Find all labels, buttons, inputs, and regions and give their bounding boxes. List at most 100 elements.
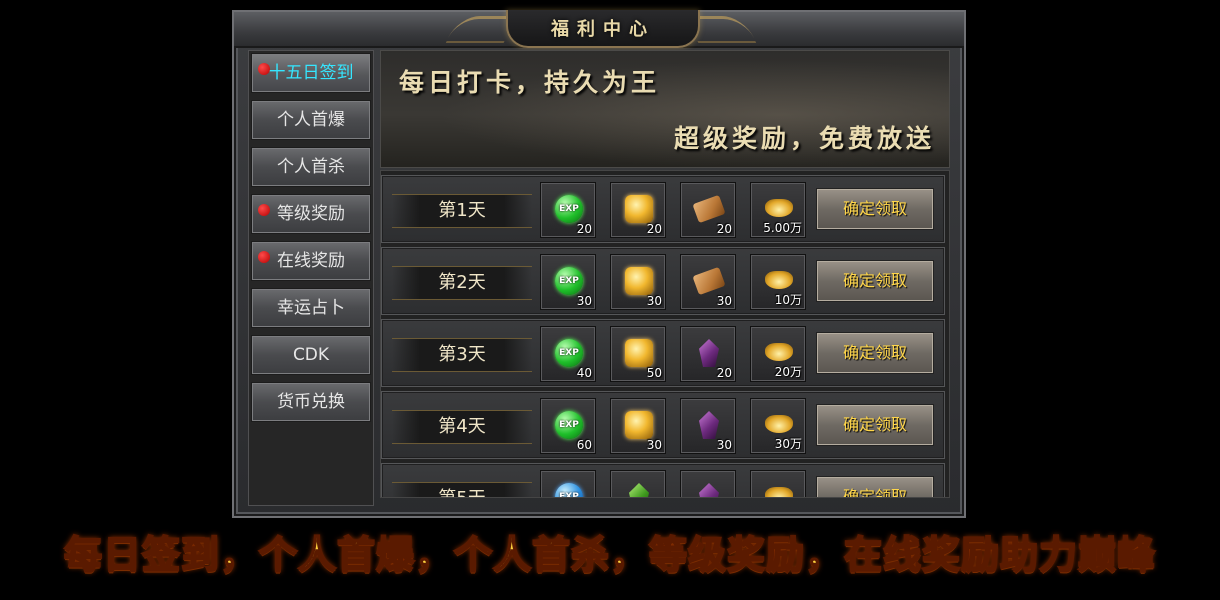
reward-count: 5.00万 <box>763 221 802 235</box>
daily-reward-list[interactable]: 第1天 EXP 20 20 20 5.00万 确定领取 第2天 EXP 30 30 30 10万 确定领取… <box>380 170 950 498</box>
sidebar-item-5[interactable]: 幸运占卜 <box>251 288 371 328</box>
reward-slot[interactable]: EXP <box>540 470 596 497</box>
sidebar-item-label: 在线奖励 <box>277 251 345 271</box>
sidebar-item-label: 十五日签到 <box>268 63 354 83</box>
sidebar-item-1[interactable]: 个人首爆 <box>251 100 371 140</box>
reward-slot[interactable] <box>610 470 666 497</box>
reward-slot[interactable]: EXP 20 <box>540 182 596 238</box>
day-label: 第2天 <box>392 266 532 300</box>
sidebar-item-label: 等级奖励 <box>277 204 345 224</box>
reward-slot[interactable]: 50 <box>610 326 666 382</box>
reward-count: 30 <box>646 438 662 452</box>
purple-gem-icon <box>699 339 719 367</box>
day-label: 第1天 <box>392 194 532 228</box>
title-bar: 福利中心 <box>234 10 964 48</box>
reward-slot[interactable]: 20 <box>680 182 736 238</box>
reward-slot[interactable]: EXP 30 <box>540 254 596 310</box>
reward-slot[interactable]: 5.00万 <box>750 182 806 238</box>
claim-button[interactable]: 确定领取 <box>816 188 934 230</box>
exp-orb-icon: EXP <box>555 339 583 367</box>
reward-slot[interactable]: 30 <box>680 254 736 310</box>
purple-gem-icon <box>699 483 719 497</box>
sidebar-item-3[interactable]: 等级奖励 <box>251 194 371 234</box>
exp-orb-icon: EXP <box>555 411 583 439</box>
reward-row: 第4天 EXP 60 30 30 30万 确定领取 <box>381 391 945 459</box>
sidebar-item-2[interactable]: 个人首杀 <box>251 147 371 187</box>
blue-exp-orb-icon: EXP <box>555 483 583 497</box>
reward-row: 第2天 EXP 30 30 30 10万 确定领取 <box>381 247 945 315</box>
reward-slot[interactable]: EXP 40 <box>540 326 596 382</box>
sidebar-item-4[interactable]: 在线奖励 <box>251 241 371 281</box>
reward-count: 30万 <box>774 437 802 451</box>
sidebar-item-label: CDK <box>292 345 330 365</box>
exp-orb-icon: EXP <box>555 195 583 223</box>
claim-button[interactable]: 确定领取 <box>816 404 934 446</box>
sidebar: 十五日签到个人首爆个人首杀等级奖励在线奖励幸运占卜 CDK 货币兑换 <box>248 50 374 506</box>
reward-slot[interactable]: 10万 <box>750 254 806 310</box>
sidebar-item-label: 货币兑换 <box>277 392 345 412</box>
reward-slot[interactable]: 30 <box>610 398 666 454</box>
reward-count: 60 <box>576 438 592 452</box>
reward-count: 20 <box>576 222 592 236</box>
reward-slot[interactable] <box>680 470 736 497</box>
reward-row: 第5天 EXP 确定领取 <box>381 463 945 497</box>
reward-row: 第1天 EXP 20 20 20 5.00万 确定领取 <box>381 175 945 243</box>
reward-count: 30 <box>716 438 732 452</box>
reward-slot[interactable]: 20 <box>610 182 666 238</box>
claim-button[interactable]: 确定领取 <box>816 332 934 374</box>
scroll-icon <box>692 266 726 296</box>
gold-ingot-icon <box>765 199 793 217</box>
title-plate: 福利中心 <box>506 10 700 48</box>
sidebar-item-label: 幸运占卜 <box>277 298 345 318</box>
reward-slot[interactable]: 20 <box>680 326 736 382</box>
welfare-center-window: 福利中心 十五日签到个人首爆个人首杀等级奖励在线奖励幸运占卜 CDK 货币兑换 每日… <box>232 10 966 518</box>
sidebar-item-7[interactable]: 货币兑换 <box>251 382 371 422</box>
gold-ingot-icon <box>765 415 793 433</box>
gold-ingot-icon <box>765 343 793 361</box>
gold-nugget-icon <box>625 195 653 223</box>
banner: 每日打卡，持久为王 超级奖励，免费放送 <box>380 50 950 168</box>
sidebar-item-label: 个人首爆 <box>277 110 345 130</box>
claim-button[interactable]: 确定领取 <box>816 476 934 497</box>
green-gem-icon <box>629 483 649 497</box>
exp-orb-icon: EXP <box>555 267 583 295</box>
gold-nugget-icon <box>625 267 653 295</box>
sidebar-item-label: 个人首杀 <box>277 157 345 177</box>
sidebar-item-6[interactable]: CDK <box>251 335 371 375</box>
day-label: 第4天 <box>392 410 532 444</box>
reward-count: 20 <box>716 366 732 380</box>
gold-nugget-icon <box>625 339 653 367</box>
reward-slot[interactable]: 30 <box>680 398 736 454</box>
gold-nugget-icon <box>625 411 653 439</box>
reward-slot[interactable]: 20万 <box>750 326 806 382</box>
reward-slot[interactable]: 30万 <box>750 398 806 454</box>
notification-dot-icon <box>258 251 270 263</box>
reward-slot[interactable]: EXP 60 <box>540 398 596 454</box>
day-label: 第3天 <box>392 338 532 372</box>
reward-count: 20万 <box>774 365 802 379</box>
reward-count: 20 <box>716 222 732 236</box>
gold-ingot-icon <box>765 271 793 289</box>
reward-count: 30 <box>576 294 592 308</box>
scroll-icon <box>692 194 726 224</box>
banner-subline: 超级奖励，免费放送 <box>673 124 935 153</box>
promo-slogan: 每日签到，个人首爆，个人首杀，等级奖励，在线奖励助力巅峰 <box>63 532 1156 578</box>
reward-count: 30 <box>716 294 732 308</box>
reward-count: 10万 <box>774 293 802 307</box>
window-title: 福利中心 <box>551 19 655 40</box>
reward-slot[interactable] <box>750 470 806 497</box>
reward-count: 30 <box>646 294 662 308</box>
reward-count: 50 <box>646 366 662 380</box>
purple-gem-icon <box>699 411 719 439</box>
claim-button[interactable]: 确定领取 <box>816 260 934 302</box>
banner-headline: 每日打卡，持久为王 <box>399 68 661 97</box>
gold-ingot-icon <box>765 487 793 497</box>
day-label: 第5天 <box>392 482 532 497</box>
reward-count: 40 <box>576 366 592 380</box>
reward-row: 第3天 EXP 40 50 20 20万 确定领取 <box>381 319 945 387</box>
reward-slot[interactable]: 30 <box>610 254 666 310</box>
notification-dot-icon <box>258 204 270 216</box>
sidebar-item-0[interactable]: 十五日签到 <box>251 53 371 93</box>
notification-dot-icon <box>258 63 270 75</box>
reward-count: 20 <box>646 222 662 236</box>
